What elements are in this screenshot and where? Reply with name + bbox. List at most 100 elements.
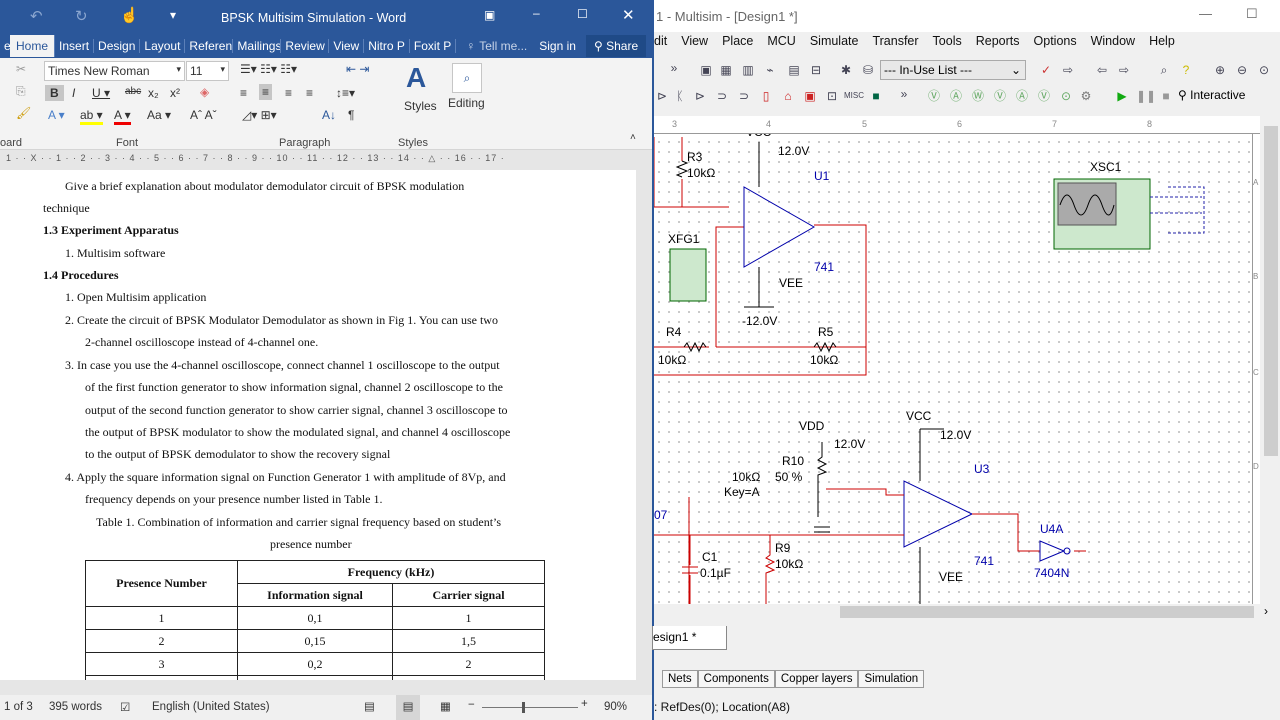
tab-design[interactable]: Design <box>94 39 141 53</box>
editing-button[interactable]: Editing <box>448 96 485 110</box>
grow-font-icon[interactable]: Aˆ Aˇ <box>190 108 217 122</box>
voltmeter-icon[interactable]: Ⓥ <box>926 88 942 104</box>
italic-button[interactable]: I <box>72 86 75 100</box>
probe-settings-icon[interactable]: ⚙ <box>1078 88 1094 104</box>
strikethrough-button[interactable]: abc <box>125 86 141 97</box>
subscript-button[interactable]: x₂ <box>148 86 159 100</box>
tab-simulation[interactable]: Simulation <box>858 670 925 688</box>
zoom-area-icon[interactable]: ⊙ <box>1256 62 1272 78</box>
scrollbar-thumb[interactable] <box>840 606 1254 618</box>
zoom-in-button[interactable]: + <box>581 698 588 710</box>
ribbon-display-icon[interactable]: ▣ <box>484 8 495 22</box>
diff-voltage-icon[interactable]: Ⓥ <box>992 88 1008 104</box>
document-page[interactable]: Give a brief explanation about modulator… <box>0 170 636 680</box>
zoom-out-icon[interactable]: ⊖ <box>1234 62 1250 78</box>
styles-icon[interactable]: A <box>406 62 426 94</box>
touch-mode-icon[interactable]: ☝ <box>120 6 139 24</box>
bold-button[interactable]: B <box>45 85 64 101</box>
digital-probe-icon[interactable]: ⊙ <box>1058 88 1074 104</box>
menu-edit[interactable]: dit <box>654 34 674 54</box>
misc-digital-icon[interactable]: ▯ <box>758 88 774 104</box>
mixed-icon[interactable]: ⌂ <box>780 88 796 104</box>
undo-icon[interactable]: ↶ <box>30 7 43 25</box>
current-probe-icon[interactable]: Ⓐ <box>1014 88 1030 104</box>
zoom-out-button[interactable]: − <box>468 699 475 711</box>
zoom-slider-thumb[interactable] <box>522 702 525 713</box>
menu-view[interactable]: View <box>674 34 715 54</box>
tab-nets[interactable]: Nets <box>662 670 698 688</box>
vertical-scrollbar[interactable] <box>1260 116 1280 604</box>
print-layout-icon[interactable]: ▤ <box>396 695 420 720</box>
scroll-right-icon[interactable]: › <box>1264 604 1268 618</box>
menu-mcu[interactable]: MCU <box>760 34 802 54</box>
stop-button[interactable]: ■ <box>1158 88 1174 104</box>
minimize-button[interactable]: – <box>533 6 540 20</box>
cmos-icon[interactable]: ⊃ <box>736 88 752 104</box>
pilcrow-icon[interactable]: ¶ <box>348 108 354 122</box>
grapher-icon[interactable]: ⌁ <box>762 62 778 78</box>
font-name-select[interactable]: Times New Roman ▾ <box>44 61 185 81</box>
superscript-button[interactable]: x² <box>170 86 180 100</box>
hierarchy-icon[interactable]: ⊟ <box>808 62 824 78</box>
menu-tools[interactable]: Tools <box>926 34 969 54</box>
styles-button[interactable]: Styles <box>404 99 437 113</box>
redo-icon[interactable]: ↻ <box>75 7 88 25</box>
word-count[interactable]: 395 words <box>49 701 102 713</box>
menu-options[interactable]: Options <box>1027 34 1084 54</box>
find-icon[interactable]: ⌕ <box>1156 62 1172 78</box>
indicator-icon[interactable]: ▣ <box>802 88 818 104</box>
read-mode-icon[interactable]: ▤ <box>364 699 375 713</box>
new-component-icon[interactable]: ✱ <box>838 62 854 78</box>
menu-simulate[interactable]: Simulate <box>803 34 866 54</box>
interactive-mode-button[interactable]: ⚲ Interactive <box>1178 88 1245 102</box>
run-button[interactable]: ▶ <box>1114 88 1130 104</box>
indent-icons[interactable]: ⇤ ⇥ <box>346 62 369 76</box>
language[interactable]: English (United States) <box>152 701 270 713</box>
tab-components[interactable]: Components <box>697 670 775 688</box>
collapse-ribbon-icon[interactable]: ˄ <box>630 132 636 143</box>
back-annotate-icon[interactable]: ⇦ <box>1094 62 1110 78</box>
font-color-icon[interactable]: A ▾ <box>114 108 131 125</box>
menu-help[interactable]: Help <box>1142 34 1182 54</box>
horizontal-scrollbar[interactable]: › <box>654 604 1280 620</box>
align-right-icon[interactable]: ≡ <box>285 86 292 100</box>
proofing-icon[interactable]: ☑ <box>120 700 130 714</box>
transfer-icon[interactable]: ⇨ <box>1116 62 1132 78</box>
transistor-icon[interactable]: ᛕ <box>672 88 688 104</box>
tab-copper-layers[interactable]: Copper layers <box>774 670 859 688</box>
tab-layout[interactable]: Layout <box>140 39 186 53</box>
advanced-peripherals-icon[interactable]: ■ <box>868 88 884 104</box>
spreadsheet-icon[interactable]: ▦ <box>718 62 734 78</box>
maximize-button[interactable]: ☐ <box>577 7 588 21</box>
tab-references[interactable]: References <box>185 39 234 53</box>
menu-reports[interactable]: Reports <box>969 34 1027 54</box>
tab-insert[interactable]: Insert <box>55 39 95 53</box>
power-icon[interactable]: ⊡ <box>824 88 840 104</box>
customize-qat-icon[interactable]: ▾ <box>170 8 176 22</box>
tab-home[interactable]: Home <box>10 35 56 57</box>
overflow-icon[interactable]: » <box>896 86 912 102</box>
vertical-scrollbar[interactable] <box>636 150 652 680</box>
change-case-icon[interactable]: Aa ▾ <box>147 108 171 122</box>
tab-nitro[interactable]: Nitro P <box>364 39 410 53</box>
misc-icon[interactable]: MISC <box>844 88 864 104</box>
zoom-slider[interactable] <box>482 702 578 713</box>
shading-icon[interactable]: ◿▾ ⊞▾ <box>242 108 277 122</box>
analog-icon[interactable]: ⊳ <box>692 88 708 104</box>
erc-icon[interactable]: ✓ <box>1038 62 1054 78</box>
font-size-select[interactable]: 11 ▾ <box>186 61 229 81</box>
close-button[interactable]: ✕ <box>622 6 635 24</box>
diode-icon[interactable]: ⊳ <box>654 88 670 104</box>
line-spacing-icon[interactable]: ↕≡▾ <box>336 86 355 100</box>
tab-review[interactable]: Review <box>281 39 330 53</box>
overflow-icon[interactable]: » <box>666 60 682 76</box>
tell-me-input[interactable]: Tell me... <box>479 39 527 53</box>
wattmeter-icon[interactable]: Ⓦ <box>970 88 986 104</box>
minimize-button[interactable]: — <box>1199 6 1212 21</box>
forward-annotate-icon[interactable]: ⇨ <box>1060 62 1076 78</box>
in-use-list-select[interactable]: --- In-Use List --- ⌄ <box>880 60 1026 80</box>
tab-foxit[interactable]: Foxit P <box>410 39 457 53</box>
tab-mailings[interactable]: Mailings <box>233 39 282 53</box>
ref-probe-icon[interactable]: Ⓥ <box>1036 88 1052 104</box>
tab-view[interactable]: View <box>329 39 365 53</box>
